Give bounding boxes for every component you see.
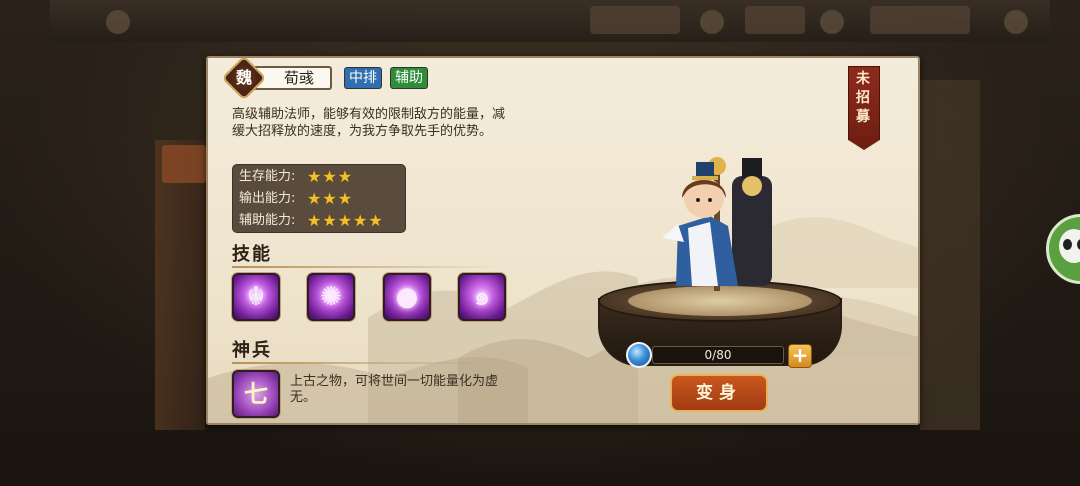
weapon-title: 神兵 (232, 340, 272, 361)
faction-label: 魏 (235, 68, 252, 87)
background-top-button (590, 6, 680, 34)
hero-description: 高级辅助法师，能够有效的限制敌方的能量，减缓大招释放的速度，为我方争取先手的优势… (232, 107, 506, 139)
background-top-button (870, 6, 970, 34)
skills-title: 技能 (232, 244, 272, 265)
orb-skill-icon[interactable]: ● (383, 273, 431, 321)
shard-progress-text: 0/80 (704, 348, 732, 362)
recruit-status-label: 未 招 募 (856, 71, 870, 125)
weapon-divider (232, 362, 502, 364)
background-side-panel (155, 140, 205, 430)
vortex-skill-icon[interactable]: ✺ (307, 273, 355, 321)
stat-row-support: 辅助能力: ★★★★★ (239, 211, 383, 231)
skills-divider (232, 266, 502, 268)
background-top-button (745, 6, 805, 34)
position-badge: 中排 (344, 67, 382, 89)
background-side-tab (162, 145, 206, 183)
dragon-skill-icon[interactable]: ๑ (458, 273, 506, 321)
background-right-panel (920, 80, 980, 430)
background-coin-icon (700, 10, 724, 34)
transform-button[interactable]: 变身 (670, 374, 768, 412)
hero-name: 荀彧 (283, 69, 314, 87)
background-add-icon (1004, 10, 1028, 34)
weapon-description: 上古之物，可将世间一切能量化为虚无。 (290, 374, 499, 405)
soul-gem-icon (626, 342, 652, 368)
hero-character-model[interactable] (648, 146, 788, 296)
background-back-icon (106, 10, 130, 34)
stats-box: 生存能力: ★★★ 输出能力: ★★★ 辅助能力: ★★★★★ (232, 164, 406, 233)
stat-label: 输出能力: (239, 191, 296, 206)
star-rating: ★★★ (307, 189, 354, 208)
star-rating: ★★★★★ (307, 211, 384, 230)
role-badge: 辅助 (390, 67, 428, 89)
stat-label: 生存能力: (239, 169, 296, 184)
lion-skill-icon[interactable]: ☬ (232, 273, 280, 321)
star-rating: ★★★ (307, 167, 354, 186)
stat-row-survival: 生存能力: ★★★ (239, 167, 352, 187)
background-gem-icon (820, 10, 844, 34)
hero-info-panel: 魏 荀彧 中排 辅助 高级辅助法师，能够有效的限制敌方的能量，减缓大招释放的速度… (206, 56, 920, 425)
shard-progress-bar: 0/80 (652, 346, 784, 364)
add-shards-button[interactable]: + (788, 344, 812, 368)
stat-row-damage: 输出能力: ★★★ (239, 189, 352, 209)
stat-label: 辅助能力: (239, 213, 296, 228)
blade-weapon-icon[interactable]: 七 (232, 370, 280, 418)
